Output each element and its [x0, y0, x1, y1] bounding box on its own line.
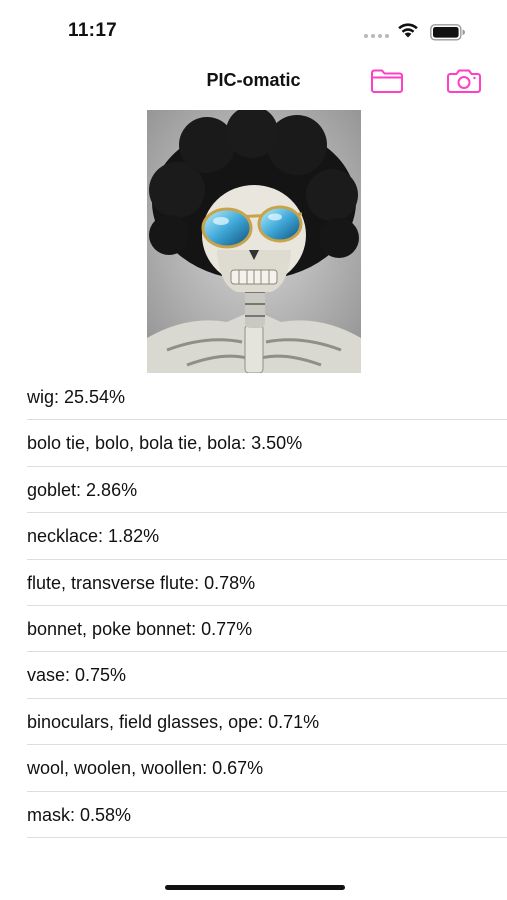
- take-photo-button[interactable]: [446, 66, 482, 96]
- result-label: wool, woolen, woollen: 0.67%: [27, 758, 264, 779]
- list-item: wool, woolen, woollen: 0.67%: [0, 745, 507, 792]
- result-label: bonnet, poke bonnet: 0.77%: [27, 618, 253, 639]
- result-label: bolo tie, bolo, bola tie, bola: 3.50%: [27, 433, 303, 454]
- list-item: bonnet, poke bonnet: 0.77%: [0, 606, 507, 653]
- list-item: necklace: 1.82%: [0, 513, 507, 560]
- list-item: goblet: 2.86%: [0, 467, 507, 514]
- list-item: binoculars, field glasses, ope: 0.71%: [0, 699, 507, 746]
- result-label: flute, transverse flute: 0.78%: [27, 572, 256, 593]
- home-indicator[interactable]: [165, 885, 345, 890]
- list-item: bolo tie, bolo, bola tie, bola: 3.50%: [0, 420, 507, 467]
- navigation-bar: PIC-omatic: [0, 60, 507, 104]
- result-label: vase: 0.75%: [27, 665, 127, 686]
- classification-results-list: wig: 25.54% bolo tie, bolo, bola tie, bo…: [0, 374, 507, 838]
- divider: [27, 836, 507, 838]
- result-label: wig: 25.54%: [27, 387, 126, 407]
- result-label: goblet: 2.86%: [27, 479, 138, 500]
- result-label: binoculars, field glasses, ope: 0.71%: [27, 711, 320, 732]
- selected-photo: [147, 110, 361, 373]
- camera-icon: [447, 69, 481, 93]
- folder-icon: [371, 69, 403, 93]
- cellular-signal-icon: [364, 34, 389, 38]
- list-item: flute, transverse flute: 0.78%: [0, 560, 507, 606]
- page-title: PIC-omatic: [206, 70, 301, 90]
- result-label: mask: 0.58%: [27, 804, 132, 825]
- list-item: mask: 0.58%: [0, 792, 507, 838]
- list-item: wig: 25.54%: [0, 374, 507, 421]
- result-label: necklace: 1.82%: [27, 526, 160, 547]
- status-time: 11:17: [68, 20, 118, 41]
- battery-icon: [430, 24, 465, 41]
- status-bar: 11:17: [0, 0, 507, 60]
- list-item: vase: 0.75%: [0, 652, 507, 699]
- open-folder-button[interactable]: [369, 66, 405, 96]
- wifi-icon: [398, 23, 418, 38]
